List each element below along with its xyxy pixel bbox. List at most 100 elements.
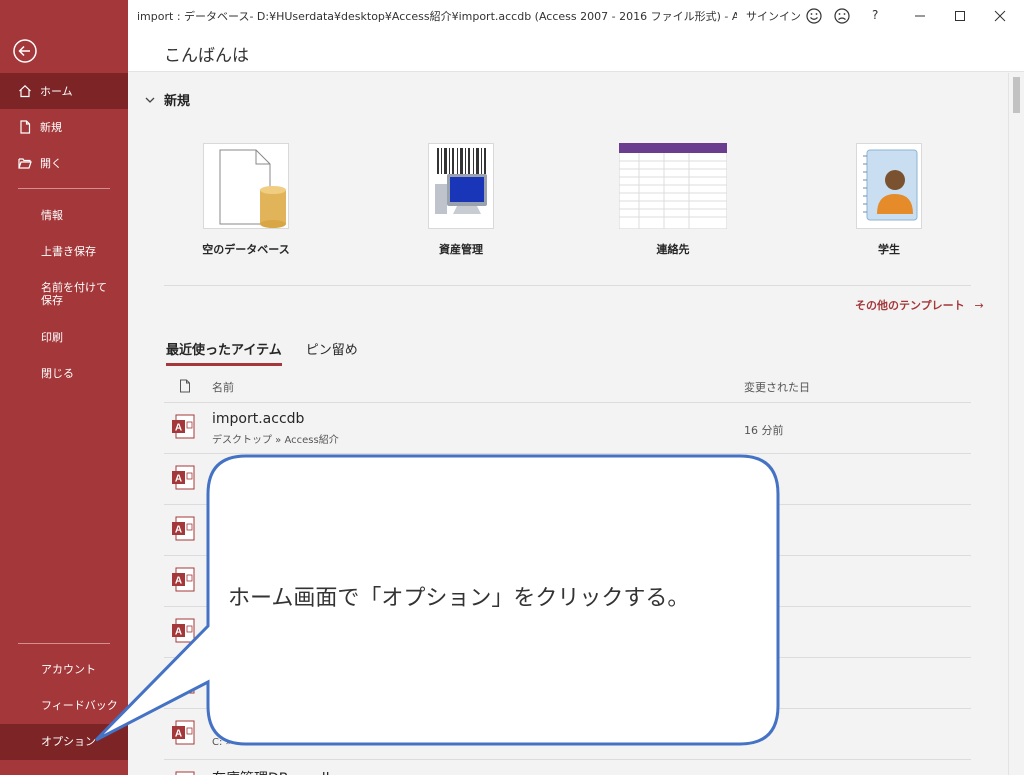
new-document-icon xyxy=(20,120,31,134)
sidebar-item-new[interactable]: 新規 xyxy=(0,109,128,145)
frown-feedback-icon[interactable] xyxy=(832,6,852,26)
sidebar-item-label: 情報 xyxy=(41,209,63,222)
file-path: デスクトップ » Access紹介 xyxy=(212,435,339,446)
close-icon[interactable] xyxy=(990,6,1010,26)
svg-text:A: A xyxy=(175,729,182,740)
smile-feedback-icon[interactable] xyxy=(804,6,824,26)
sidebar-item-close[interactable]: 閉じる xyxy=(0,356,128,392)
sidebar-item-label: 開く xyxy=(40,157,62,170)
recent-file-row[interactable]: A C: » · 8日 xyxy=(164,709,971,760)
template-label: 学生 xyxy=(878,243,900,256)
template-contacts[interactable]: 連絡先 xyxy=(598,143,748,257)
home-icon xyxy=(19,84,31,98)
backstage-sidebar: ホーム 新規 開く 情報 上書き保存 名前を付けて保存 印刷 閉じる アカウント xyxy=(0,0,128,775)
blank-database-icon xyxy=(219,149,286,228)
sidebar-item-feedback[interactable]: フィードバック xyxy=(0,688,128,724)
help-button[interactable]: ? xyxy=(872,8,878,22)
access-file-icon: A xyxy=(175,771,195,775)
template-thumbnail xyxy=(428,143,494,229)
sidebar-item-label: オプション xyxy=(41,735,96,748)
computer-icon xyxy=(435,148,487,214)
template-thumbnail xyxy=(619,143,727,229)
minimize-icon[interactable] xyxy=(910,6,930,26)
file-name: 在庫管理DB.accdb xyxy=(212,768,335,775)
vertical-scrollbar[interactable] xyxy=(1008,73,1024,775)
access-file-icon: A xyxy=(172,414,195,439)
tab-recent[interactable]: 最近使ったアイテム xyxy=(166,339,282,366)
new-section-toggle[interactable]: 新規 xyxy=(144,90,190,109)
maximize-icon[interactable] xyxy=(950,6,970,26)
file-path: C: » · xyxy=(212,737,239,748)
contacts-list-preview-icon xyxy=(619,143,727,229)
access-file-icon: A xyxy=(172,720,195,745)
file-column-icon xyxy=(180,379,190,393)
svg-text:A: A xyxy=(175,576,182,587)
window-title: import : データベース- D:¥HUserdata¥desktop¥Ac… xyxy=(137,10,737,23)
sidebar-item-account[interactable]: アカウント xyxy=(0,652,128,688)
access-backstage-window: ホーム 新規 開く 情報 上書き保存 名前を付けて保存 印刷 閉じる アカウント xyxy=(0,0,1024,775)
divider xyxy=(164,285,971,286)
tab-pinned[interactable]: ピン留め xyxy=(306,339,358,366)
arrow-right-icon: → xyxy=(974,299,984,312)
sidebar-item-home[interactable]: ホーム xyxy=(0,73,128,109)
sidebar-divider xyxy=(18,643,110,644)
svg-text:A: A xyxy=(175,423,182,434)
file-modified: 日 xyxy=(744,526,755,539)
sidebar-item-label: 印刷 xyxy=(41,331,63,344)
sidebar-item-label: 上書き保存 xyxy=(41,245,96,258)
sidebar-item-print[interactable]: 印刷 xyxy=(0,320,128,356)
access-file-icon: A xyxy=(172,669,195,694)
template-label: 資産管理 xyxy=(439,243,483,256)
sidebar-item-label: フィードバック xyxy=(41,699,118,712)
sidebar-item-label: ホーム xyxy=(40,85,73,98)
recent-tabs: 最近使ったアイテム ピン留め xyxy=(166,339,358,366)
file-modified: :20 xyxy=(744,473,762,486)
sidebar-item-label: 新規 xyxy=(40,121,62,134)
greeting-header: こんばんは xyxy=(128,32,1024,72)
sign-in-link[interactable]: サインイン xyxy=(746,8,801,24)
more-templates-label: その他のテンプレート xyxy=(855,299,965,312)
sidebar-item-open[interactable]: 開く xyxy=(0,145,128,181)
access-file-icon: A xyxy=(172,567,195,592)
template-label: 連絡先 xyxy=(656,243,690,256)
file-modified: 8日 xyxy=(744,730,762,743)
recent-file-row[interactable]: A日 xyxy=(164,505,971,556)
sidebar-item-label: アカウント xyxy=(41,663,96,676)
sidebar-item-label: 名前を付けて保存 xyxy=(41,281,107,307)
greeting-text: こんばんは xyxy=(164,46,249,66)
back-arrow-icon[interactable] xyxy=(12,38,38,64)
svg-text:A: A xyxy=(175,474,182,485)
template-blank-database[interactable]: 空のデータベース xyxy=(171,143,321,257)
svg-text:A: A xyxy=(175,627,182,638)
backstage-main: 新規 空のデータベース 資産管理 連絡先 学生 その他のテンプレート → 最近使… xyxy=(128,73,1008,775)
template-students[interactable]: 学生 xyxy=(814,143,964,257)
sidebar-item-save-as[interactable]: 名前を付けて保存 xyxy=(0,270,112,316)
open-folder-icon xyxy=(18,158,32,169)
access-file-icon: A xyxy=(172,465,195,490)
recent-file-row[interactable]: A :20 xyxy=(164,454,971,505)
recent-file-row[interactable]: A 在庫管理DB.accdb xyxy=(164,760,971,775)
access-file-icon: A xyxy=(172,618,195,643)
recent-file-row[interactable]: A日 xyxy=(164,607,971,658)
more-templates-link[interactable]: その他のテンプレート → xyxy=(855,297,984,313)
scrollbar-thumb[interactable] xyxy=(1013,77,1020,113)
column-header-modified[interactable]: 変更された日 xyxy=(744,379,810,395)
column-header-name[interactable]: 名前 xyxy=(212,379,234,395)
recent-file-row[interactable]: A xyxy=(164,556,971,607)
sidebar-item-options[interactable]: オプション xyxy=(0,724,128,760)
svg-text:A: A xyxy=(175,525,182,536)
student-contact-icon xyxy=(863,149,918,221)
file-modified: 16 分前 xyxy=(744,424,784,437)
sidebar-item-info[interactable]: 情報 xyxy=(0,198,128,234)
template-label: 空のデータベース xyxy=(202,243,290,256)
recent-file-row[interactable]: Aimport.accdb デスクトップ » Access紹介 16 分前 xyxy=(164,403,971,454)
file-modified: 日 xyxy=(744,628,755,641)
file-name: import.accdb xyxy=(212,411,305,427)
title-bar: import : データベース- D:¥HUserdata¥desktop¥Ac… xyxy=(128,0,1024,32)
chevron-down-icon xyxy=(145,97,155,103)
sidebar-item-save[interactable]: 上書き保存 xyxy=(0,234,128,270)
template-asset-management[interactable]: 資産管理 xyxy=(386,143,536,257)
recent-file-row[interactable]: A xyxy=(164,658,971,709)
template-thumbnail xyxy=(203,143,289,229)
access-file-icon: A xyxy=(172,516,195,541)
